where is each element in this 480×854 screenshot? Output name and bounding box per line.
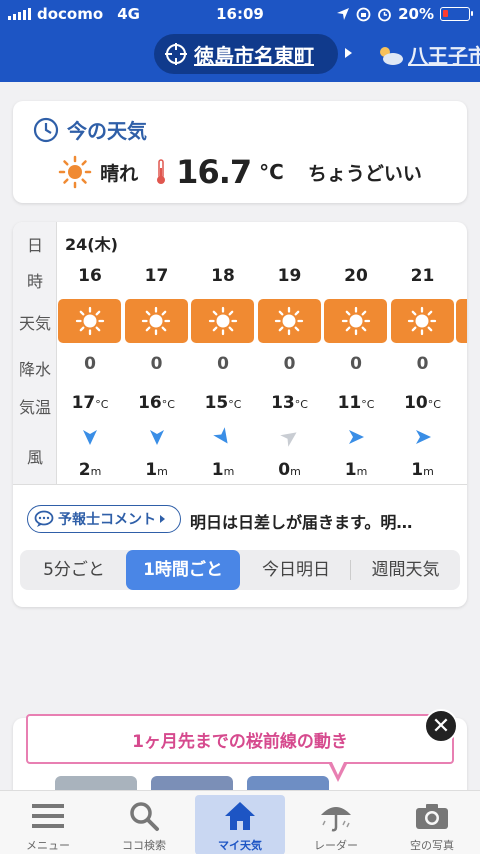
location-arrow-icon bbox=[337, 8, 350, 20]
segment-weekly[interactable]: 週間天気 bbox=[351, 550, 460, 590]
forecast-rain: 0 bbox=[84, 354, 96, 374]
forecast-temp: 11°C bbox=[337, 393, 375, 413]
tab-label: レーダー bbox=[314, 839, 358, 852]
clock-icon bbox=[33, 117, 59, 142]
alarm-icon bbox=[378, 8, 391, 21]
sun-icon bbox=[390, 299, 454, 343]
camera-icon bbox=[412, 797, 452, 835]
tab-label: メニュー bbox=[26, 839, 70, 852]
segment-5min[interactable]: 5分ごと bbox=[20, 550, 128, 590]
tab-label: 空の写真 bbox=[410, 839, 454, 852]
wind-direction-icon bbox=[390, 427, 456, 449]
current-weather-card[interactable]: 今の天気 晴れ 16.7 °C ちょうどいい bbox=[13, 101, 467, 203]
crosshair-icon bbox=[165, 43, 187, 65]
play-triangle-icon bbox=[160, 515, 165, 523]
close-icon[interactable]: ✕ bbox=[424, 709, 458, 743]
wind-direction-icon bbox=[57, 427, 123, 449]
tab-bar: メニュー ココ検索 マイ天気 レーダー 空の写真 bbox=[0, 790, 480, 854]
partly-cloudy-icon bbox=[380, 46, 403, 65]
label-hour: 時 bbox=[26, 272, 43, 291]
banner-pointer bbox=[328, 760, 348, 782]
segment-hourly[interactable]: 1時間ごと bbox=[126, 550, 240, 590]
battery-icon bbox=[440, 7, 473, 21]
sun-icon bbox=[257, 299, 321, 343]
temperature-unit: °C bbox=[259, 160, 284, 184]
row-labels: 日 時 天気 降水 気温 風 bbox=[13, 222, 57, 484]
sakura-front-banner[interactable]: 1ヶ月先までの桜前線の動き bbox=[26, 714, 454, 764]
top-bar: docomo 4G 16:09 20% 徳島市名東町 八王子市 bbox=[0, 0, 480, 82]
forecast-hour: 18 bbox=[211, 266, 235, 286]
forecast-wind: 1m bbox=[344, 460, 368, 480]
wind-direction-icon bbox=[323, 427, 389, 449]
forecast-temp: 15°C bbox=[204, 393, 242, 413]
wind-direction-icon bbox=[257, 427, 323, 449]
thermometer-icon bbox=[157, 159, 166, 184]
current-location-name: 徳島市名東町 bbox=[194, 43, 314, 68]
sun-icon bbox=[124, 299, 188, 343]
sun-icon bbox=[191, 299, 254, 343]
forecaster-comment-button[interactable]: 予報士コメント bbox=[27, 505, 181, 533]
sun-icon bbox=[58, 299, 121, 343]
sun-icon bbox=[324, 299, 387, 343]
forecast-hour: 21 bbox=[410, 266, 435, 286]
label-temp: 気温 bbox=[18, 398, 51, 417]
current-location-button[interactable]: 徳島市名東町 bbox=[154, 34, 338, 74]
speech-bubble-icon bbox=[34, 510, 54, 527]
forecast-hour: 20 bbox=[344, 266, 368, 286]
forecaster-comment-label: 予報士コメント bbox=[58, 512, 156, 528]
tab-radar[interactable]: レーダー bbox=[288, 791, 384, 854]
menu-icon bbox=[28, 797, 68, 835]
forecast-day: 24(木) bbox=[65, 235, 118, 254]
feel-description: ちょうどいい bbox=[307, 162, 422, 185]
next-location-name: 八王子市 bbox=[408, 44, 480, 68]
forecast-temp: 17°C bbox=[71, 393, 109, 413]
status-bar: docomo 4G 16:09 20% bbox=[0, 0, 480, 28]
next-location-arrow-icon bbox=[345, 48, 352, 58]
forecast-rain: 0 bbox=[150, 354, 163, 374]
label-weather: 天気 bbox=[18, 314, 51, 333]
search-icon bbox=[124, 797, 164, 835]
tab-menu[interactable]: メニュー bbox=[0, 791, 96, 854]
home-icon bbox=[220, 797, 260, 835]
forecast-temp: 13°C bbox=[271, 393, 308, 413]
divider bbox=[13, 484, 467, 485]
umbrella-icon bbox=[316, 797, 356, 835]
tab-label: ココ検索 bbox=[122, 839, 166, 852]
wind-direction-icon bbox=[124, 427, 190, 449]
tab-label: マイ天気 bbox=[218, 839, 262, 852]
tab-search[interactable]: ココ検索 bbox=[96, 791, 192, 854]
wind-direction-icon bbox=[190, 427, 256, 449]
label-wind: 風 bbox=[26, 448, 43, 467]
label-day: 日 bbox=[26, 236, 43, 255]
sun-icon bbox=[58, 155, 92, 189]
interval-segmented-control: 5分ごと 1時間ごと 今日明日 週間天気 bbox=[20, 550, 460, 590]
forecast-wind: 1m bbox=[145, 460, 168, 480]
current-temperature: 16.7 bbox=[176, 153, 252, 191]
current-condition: 晴れ bbox=[100, 162, 139, 185]
current-weather-title: 今の天気 bbox=[67, 119, 147, 143]
forecast-temp: 16°C bbox=[138, 393, 175, 413]
forecast-hour: 17 bbox=[144, 266, 169, 286]
forecast-rain: 0 bbox=[350, 354, 362, 374]
forecast-wind: 2m bbox=[78, 460, 102, 480]
forecast-wind: 1m bbox=[211, 460, 235, 480]
forecast-wind: 1m bbox=[411, 460, 434, 480]
forecast-rain: 0 bbox=[416, 354, 429, 374]
segment-today-tomorrow[interactable]: 今日明日 bbox=[242, 550, 350, 590]
battery-percent: 20% bbox=[398, 5, 434, 23]
hourly-forecast-card: 日 時 天気 降水 気温 風 24(木) 16 0 17°C 2m 17 0 16°C 1m 1… bbox=[13, 222, 467, 607]
forecast-hour: 16 bbox=[78, 266, 102, 286]
rotation-lock-icon bbox=[356, 7, 371, 21]
forecast-rain: 0 bbox=[217, 354, 229, 374]
forecast-temp: 10°C bbox=[404, 393, 441, 413]
label-rain: 降水 bbox=[18, 360, 51, 379]
tab-sky-photos[interactable]: 空の写真 bbox=[384, 791, 480, 854]
forecast-rain: 0 bbox=[283, 354, 296, 374]
tab-my-weather[interactable]: マイ天気 bbox=[195, 791, 292, 854]
forecast-hour: 19 bbox=[277, 266, 302, 286]
forecaster-comment-text[interactable]: 明日は日差しが届きます。明… bbox=[190, 509, 412, 533]
weather-cell-partial bbox=[456, 299, 467, 343]
next-location-button[interactable]: 八王子市 bbox=[376, 40, 480, 69]
forecast-wind: 0m bbox=[278, 460, 301, 480]
